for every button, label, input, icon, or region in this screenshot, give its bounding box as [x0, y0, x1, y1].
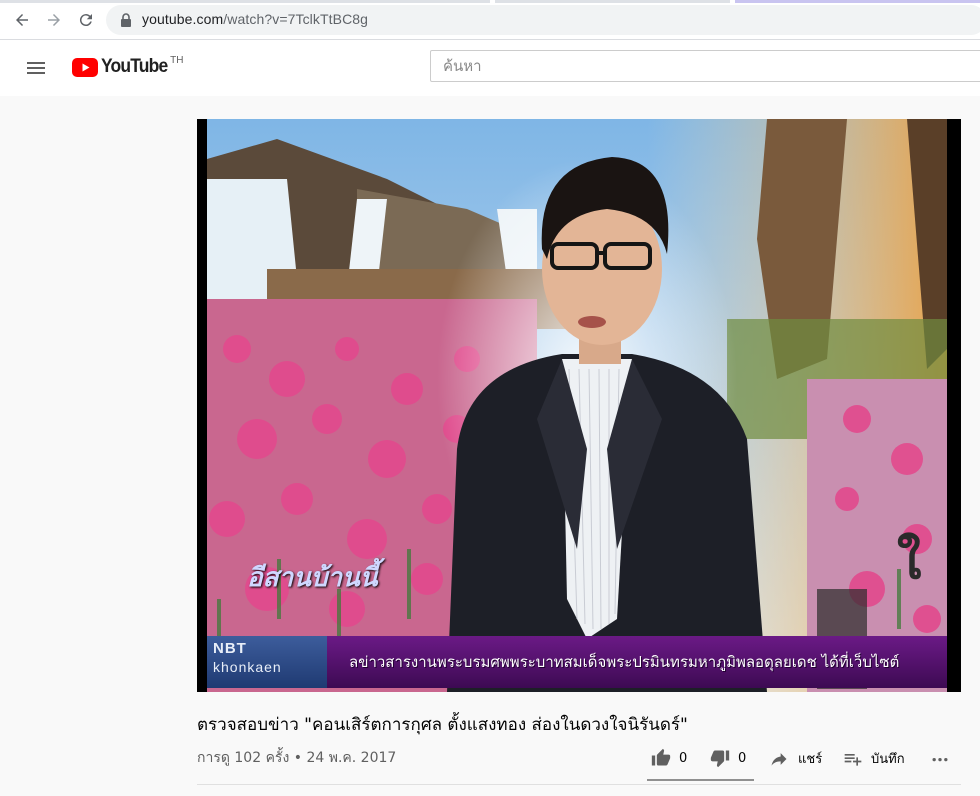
dislike-count: 0: [738, 750, 747, 766]
thumb-up-icon: [651, 748, 671, 766]
like-button[interactable]: 0: [651, 748, 687, 768]
ticker-text: ลข่าวสารงานพระบรมศพพระบาทสมเด็จพระปรมินท…: [349, 653, 900, 671]
sentiment-bar: [647, 779, 754, 781]
news-ticker: NBT khonkaen ลข่าวสารงานพระบรมศพพระบาทสม…: [207, 636, 947, 688]
address-bar[interactable]: youtube.com/watch?v=7TclkTtBC8g: [106, 5, 980, 35]
search-input[interactable]: [431, 51, 980, 81]
more-actions-button[interactable]: [929, 748, 951, 768]
more-icon: [932, 758, 948, 762]
url-host: youtube.com: [142, 11, 224, 27]
share-icon: [771, 752, 787, 766]
logo-wordmark: YouTube: [101, 56, 168, 77]
browser-toolbar: youtube.com/watch?v=7TclkTtBC8g: [0, 0, 980, 40]
forward-button[interactable]: [42, 8, 66, 32]
save-button[interactable]: บันทึก: [843, 748, 905, 769]
station-mark: อีสานบ้านนี้: [247, 562, 378, 592]
lock-icon: [121, 13, 131, 27]
logo-country-code: TH: [170, 54, 184, 66]
search-box[interactable]: [430, 50, 980, 82]
info-divider: [197, 784, 961, 785]
video-frame-image: [207, 119, 947, 692]
tab-strip-edge: [0, 0, 980, 3]
back-button[interactable]: [10, 8, 34, 32]
ticker-logo-line2: khonkaen: [213, 659, 282, 675]
youtube-logo-icon: [72, 57, 98, 77]
url-text[interactable]: youtube.com/watch?v=7TclkTtBC8g: [142, 11, 368, 27]
like-count: 0: [679, 750, 688, 766]
menu-icon[interactable]: [24, 56, 48, 80]
youtube-logo[interactable]: YouTube TH: [72, 54, 184, 78]
video-player[interactable]: อีสานบ้านนี้ ใ NBT khonkaen ลข่าวสารงานพ…: [197, 119, 961, 692]
video-actions: 0 0 แชร์ บันทึก: [0, 744, 980, 774]
save-label: บันทึก: [871, 752, 905, 767]
reload-button[interactable]: [74, 8, 98, 32]
forward-icon: [48, 14, 60, 26]
dislike-button[interactable]: 0: [710, 748, 746, 768]
ticker-logo-line1: NBT: [213, 640, 247, 657]
reload-icon: [79, 14, 92, 27]
video-frame: อีสานบ้านนี้ ใ: [207, 119, 947, 692]
url-path: /watch?v=7TclkTtBC8g: [223, 11, 369, 27]
video-title: ตรวจสอบข่าว "คอนเสิร์ตการกุศล ตั้งแสงทอง…: [197, 715, 688, 735]
channel-bug: ใ: [897, 533, 922, 589]
ticker-logo: NBT khonkaen: [207, 636, 327, 688]
back-icon: [16, 14, 28, 26]
masthead: YouTube TH: [0, 40, 980, 96]
share-label: แชร์: [798, 752, 823, 767]
share-button[interactable]: แชร์: [768, 748, 822, 769]
playlist-add-icon: [844, 753, 862, 766]
thumb-down-icon: [710, 750, 730, 768]
